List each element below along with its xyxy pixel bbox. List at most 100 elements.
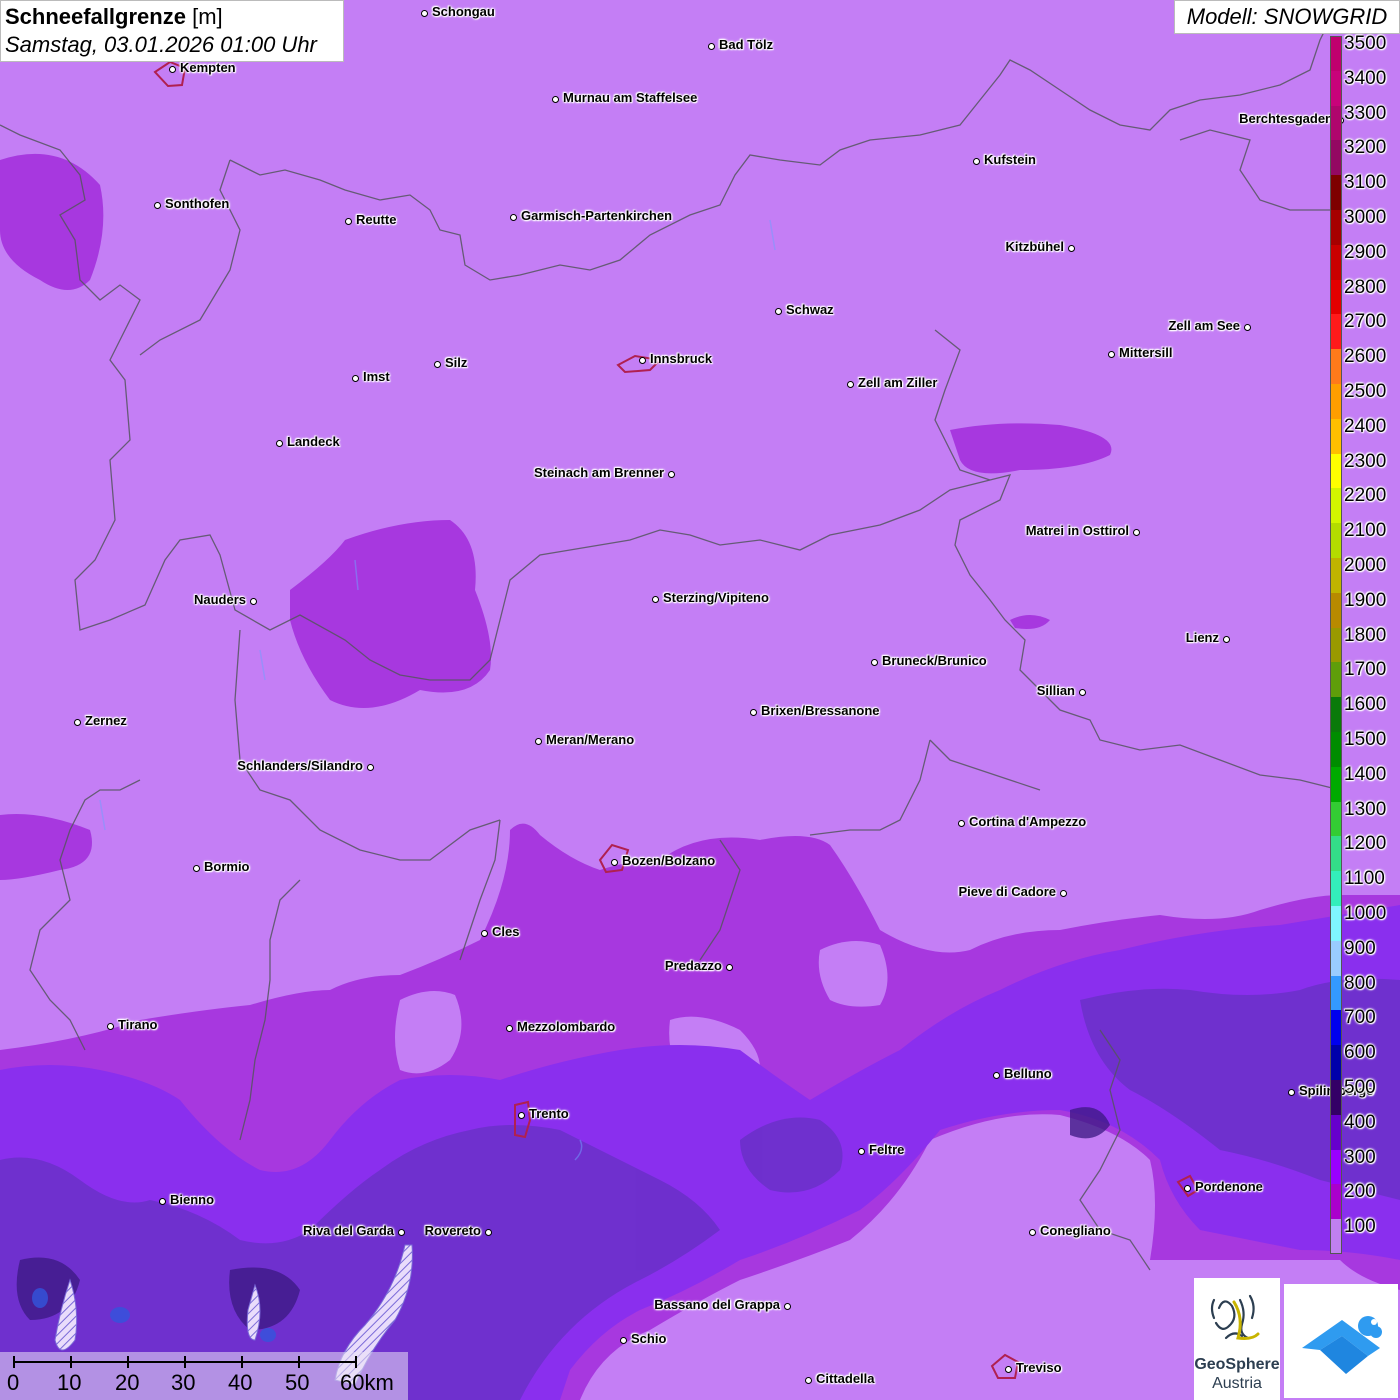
city-marker-dot: [992, 1071, 1000, 1079]
colorbar-tick-label: 300: [1344, 1146, 1376, 1168]
scale-label-60km: 60km: [340, 1370, 394, 1395]
city-label: Tirano: [118, 1017, 158, 1032]
city-marker-dot: [420, 9, 428, 17]
city-label: Berchtesgaden: [1239, 111, 1333, 126]
city-marker-dot: [1222, 635, 1230, 643]
city-label: Sterzing/Vipiteno: [663, 590, 769, 605]
city-label: Bad Tölz: [719, 37, 774, 52]
city-label: Innsbruck: [650, 351, 713, 366]
variable-name: Schneefallgrenze: [5, 4, 186, 29]
colorbar-tick-label: 100: [1344, 1216, 1376, 1238]
city-marker-dot: [667, 470, 675, 478]
city-label: Schio: [631, 1331, 667, 1346]
colorbar-tick-label: 2700: [1344, 311, 1387, 333]
colorbar-tick-label: 1500: [1344, 729, 1387, 750]
city-label: Kempten: [180, 60, 236, 75]
colorbar-tick-label: 500: [1344, 1077, 1376, 1098]
city-label: Brixen/Bressanone: [761, 703, 880, 718]
city-label: Schlanders/Silandro: [237, 758, 363, 773]
model-label: Modell: SNOWGRID: [1174, 0, 1400, 34]
city-marker-dot: [480, 929, 488, 937]
city-marker-dot: [366, 763, 374, 771]
city-label: Nauders: [193, 592, 246, 607]
city-label: Mezzolombardo: [517, 1019, 616, 1034]
city-marker-dot: [106, 1022, 114, 1030]
geosphere-emblem-icon: [1210, 1294, 1260, 1340]
colorbar-frame: [1330, 36, 1342, 1254]
city-label: Riva del Garda: [302, 1223, 394, 1238]
colorbar-tick-label: 200: [1344, 1181, 1376, 1203]
city-marker-dot: [351, 374, 359, 382]
colorbar-tick-label: 1400: [1344, 763, 1387, 785]
colorbar-tick-label: 2400: [1344, 415, 1387, 437]
city-label: Treviso: [1016, 1360, 1062, 1375]
city-marker-dot: [972, 157, 980, 165]
map-title: Schneefallgrenze [m]: [5, 3, 339, 31]
city-label: Pieve di Cadore: [958, 884, 1056, 899]
city-label: Imst: [363, 369, 390, 384]
city-marker-dot: [534, 737, 542, 745]
city-label: Schwaz: [786, 302, 834, 317]
city-marker-dot: [1028, 1228, 1036, 1236]
city-label: Rovereto: [424, 1223, 481, 1238]
city-label: Meran/Merano: [546, 732, 635, 747]
colorbar-tick-label: 800: [1344, 972, 1376, 994]
city-label: Bormio: [204, 859, 250, 874]
colorbar-tick-label: 1900: [1344, 589, 1387, 611]
city-label: Bruneck/Brunico: [882, 653, 987, 668]
city-marker-dot: [957, 819, 965, 827]
forecast-datetime: Samstag, 03.01.2026 01:00 Uhr: [5, 32, 317, 57]
city-label: Bienno: [170, 1192, 215, 1207]
city-label: Zernez: [85, 713, 127, 728]
city-label: Sonthofen: [165, 196, 230, 211]
city-label: Cittadella: [816, 1371, 875, 1386]
city-label: Predazzo: [664, 958, 722, 973]
city-label: Garmisch-Partenkirchen: [521, 208, 673, 223]
city-label: Bassano del Grappa: [654, 1297, 780, 1312]
city-label: Feltre: [869, 1142, 905, 1157]
colorbar-tick-label: 2500: [1344, 381, 1387, 402]
city-marker-dot: [168, 65, 176, 73]
colorbar-tick-label: 1000: [1344, 903, 1387, 924]
city-marker-dot: [1243, 323, 1251, 331]
snow-app-logo[interactable]: [1284, 1284, 1398, 1398]
colorbar-tick-label: 1200: [1344, 833, 1387, 855]
colorbar-tick-label: 2300: [1344, 450, 1387, 472]
geosphere-logo[interactable]: GeoSphere Austria: [1194, 1278, 1280, 1400]
city-marker-dot: [1078, 688, 1086, 696]
city-label: Kitzbühel: [1005, 239, 1065, 254]
city-marker-dot: [1059, 889, 1067, 897]
city-label: Landeck: [287, 434, 340, 449]
city-marker-dot: [1183, 1184, 1191, 1192]
colorbar-tick-label: 2600: [1344, 346, 1387, 368]
city-marker-dot: [153, 201, 161, 209]
city-label: Pordenone: [1195, 1179, 1263, 1194]
scale-label-0: 0: [7, 1370, 20, 1395]
city-marker-dot: [1132, 528, 1140, 536]
colorbar-tick-label: 3200: [1344, 137, 1387, 159]
city-marker-dot: [1107, 350, 1115, 358]
variable-unit: [m]: [192, 4, 223, 29]
colorbar-tick-label: 400: [1344, 1111, 1376, 1133]
city-marker-dot: [509, 213, 517, 221]
city-label: Cortina d'Ampezzo: [969, 814, 1087, 829]
scale-label-40: 40: [228, 1370, 253, 1395]
city-marker-dot: [1067, 244, 1075, 252]
city-marker-dot: [638, 356, 646, 364]
city-marker-dot: [870, 658, 878, 666]
colorbar-tick-label: 2200: [1344, 485, 1387, 507]
city-label: Sillian: [1036, 683, 1075, 698]
colorbar-tick-label: 1800: [1344, 624, 1387, 646]
geosphere-name: GeoSphere: [1194, 1356, 1280, 1373]
scale-label-10: 10: [57, 1370, 82, 1395]
city-marker-dot: [249, 597, 257, 605]
colorbar-tick-label: 900: [1344, 937, 1376, 959]
colorbar-tick-label: 3500: [1344, 33, 1387, 54]
city-marker-dot: [610, 858, 618, 866]
scale-label-30: 30: [171, 1370, 196, 1395]
city-marker-dot: [1287, 1088, 1295, 1096]
city-label: Matrei in Osttirol: [1025, 523, 1129, 538]
city-marker-dot: [725, 963, 733, 971]
city-marker-dot: [158, 1197, 166, 1205]
city-marker-dot: [344, 217, 352, 225]
